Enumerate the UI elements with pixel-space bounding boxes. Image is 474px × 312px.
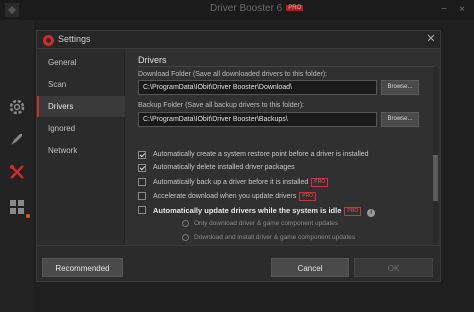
download-folder-input[interactable]: C:\ProgramData\IObit\Driver Booster\Down… (138, 80, 377, 95)
radio-button[interactable] (182, 220, 189, 227)
scan-gear-icon[interactable] (8, 98, 26, 116)
pro-badge: PRO (286, 5, 304, 12)
nav-item-ignored[interactable]: Ignored (37, 118, 125, 139)
title-bar: Driver Booster 6 PRO − × (0, 0, 474, 20)
dialog-header: Settings ✕ (37, 31, 440, 49)
cancel-button[interactable]: Cancel (271, 258, 349, 277)
download-folder-label: Download Folder (Save all downloaded dri… (138, 71, 328, 78)
option-label: Automatically update drivers while the s… (153, 206, 342, 215)
driver-booster-window: Driver Booster 6 PRO − × Settings ✕ Gene… (0, 0, 474, 312)
option-label-wrap: Automatically back up a driver before it… (153, 178, 329, 187)
nav-item-drivers[interactable]: Drivers (37, 96, 125, 117)
nav-item-general[interactable]: General (37, 52, 125, 73)
close-window-button[interactable]: × (456, 4, 468, 16)
recommended-button[interactable]: Recommended (42, 258, 123, 277)
close-icon[interactable]: ✕ (425, 33, 437, 45)
backup-folder-label: Backup Folder (Save all backup drivers t… (138, 102, 305, 109)
option-label: Automatically delete installed driver pa… (153, 164, 295, 171)
nav-item-network[interactable]: Network (37, 140, 125, 161)
app-title: Driver Booster 6 PRO (210, 3, 304, 14)
section-title: Drivers (138, 55, 167, 65)
backup-folder-input[interactable]: C:\ProgramData\IObit\Driver Booster\Back… (138, 112, 377, 127)
settings-nav: General Scan Drivers Ignored Network (37, 49, 125, 245)
pro-tag: PRO (344, 207, 362, 216)
scrollbar-thumb[interactable] (433, 155, 438, 201)
drivers-settings-panel: Drivers Download Folder (Save all downlo… (125, 49, 440, 245)
checkbox-unchecked[interactable] (138, 178, 146, 186)
section-divider (138, 66, 434, 67)
option-label-wrap: Automatically update drivers while the s… (153, 206, 376, 217)
minimize-button[interactable]: − (438, 4, 450, 16)
main-sidebar (0, 20, 34, 312)
option-label: Automatically back up a driver before it… (153, 179, 309, 186)
app-logo-icon (5, 3, 19, 17)
checkbox-checked[interactable] (138, 151, 146, 159)
radio-label: Only download driver & game component up… (194, 220, 339, 227)
backup-browse-button[interactable]: Browse... (381, 112, 419, 127)
checkbox-checked[interactable] (138, 164, 146, 172)
info-icon[interactable]: i (367, 209, 376, 217)
nav-item-scan[interactable]: Scan (37, 74, 125, 95)
pro-tag: PRO (299, 192, 317, 201)
pro-tag: PRO (311, 178, 329, 187)
boost-rocket-icon[interactable] (8, 130, 26, 148)
tools-icon[interactable] (8, 163, 26, 181)
radio-label: Download and install driver & game compo… (194, 234, 356, 241)
settings-logo-icon (43, 35, 54, 46)
app-title-text: Driver Booster 6 (210, 3, 283, 14)
download-browse-button[interactable]: Browse... (381, 80, 419, 95)
settings-dialog: Settings ✕ General Scan Drivers Ignored … (36, 30, 441, 282)
option-label: Accelerate download when you update driv… (153, 193, 297, 200)
option-label: Automatically create a system restore po… (153, 151, 369, 158)
checkbox-unchecked[interactable] (138, 192, 146, 200)
option-label-wrap: Accelerate download when you update driv… (153, 192, 317, 201)
checkbox-unchecked[interactable] (138, 206, 146, 214)
radio-button[interactable] (182, 234, 189, 241)
ok-button[interactable]: OK (354, 258, 433, 277)
dialog-title: Settings (58, 34, 91, 44)
action-center-icon[interactable] (8, 198, 26, 216)
notification-dot (26, 214, 30, 218)
dialog-footer: Recommended Cancel OK (37, 245, 440, 281)
